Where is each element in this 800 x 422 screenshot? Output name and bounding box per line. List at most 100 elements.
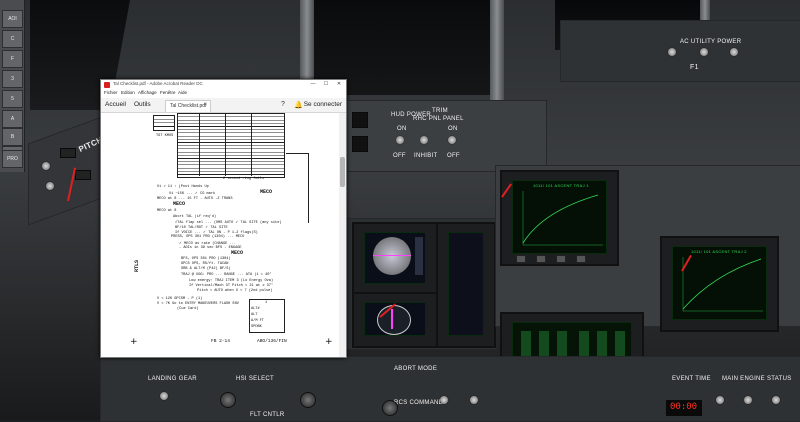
hsi-select-knob-2[interactable]	[300, 392, 316, 408]
mfd-left-edge-key-2[interactable]	[536, 255, 546, 263]
doc-line-low-3: SRB & ALT/M (P42) BF/S)	[181, 267, 231, 271]
adi-pitch-tape	[415, 237, 423, 275]
engine-status-switch-1[interactable]	[716, 396, 724, 404]
menu-fichier[interactable]: Fichier	[104, 90, 118, 95]
rhc-pnl-switch[interactable]	[420, 136, 428, 144]
doc-line-low-2: GPCS OPS, RS/ft. TACAN	[181, 262, 229, 266]
doc-line-low-7: Pitch < AUTO when X < 7 (2nd pulse)	[197, 289, 273, 293]
ac-utility-power-label: AC UTILITY POWER	[680, 39, 742, 45]
doc-table-cell-3: ALT	[251, 313, 258, 317]
sidebar-button-aoi[interactable]: AOI	[2, 10, 23, 28]
doc-flow-line-1	[286, 153, 308, 154]
doc-line-mid-9: PRESS, OPS 301 PRO (1304) ... MECO	[171, 235, 245, 239]
rcs-switch-2[interactable]	[470, 396, 478, 404]
adi-horizon	[373, 255, 411, 256]
doc-table-divider-2	[225, 113, 226, 176]
on-label-left: ON	[397, 126, 407, 132]
tab-outils[interactable]: Outils	[134, 101, 151, 108]
mfd-left-edge-key-4[interactable]	[576, 255, 586, 263]
menu-aide[interactable]: Aide	[178, 90, 187, 95]
doc-line-top-1: TGT KMOS	[156, 134, 174, 138]
doc-table-divider-3	[251, 113, 252, 176]
menu-edition[interactable]: Edition	[121, 90, 135, 95]
menu-fenetre[interactable]: Fenêtre	[160, 90, 176, 95]
doc-table-top	[177, 113, 285, 178]
vertical-scrollbar[interactable]	[339, 113, 346, 357]
document-view[interactable]: TGT KMOS 2 second ring fails Vi > 11 ↑ (…	[101, 113, 339, 357]
sign-in-link[interactable]: Se connecter	[304, 101, 342, 108]
off-label-right: OFF	[447, 153, 460, 159]
doc-line-low-10: (Cue Card)	[177, 307, 199, 311]
abort-mode-label: ABORT MODE	[394, 366, 438, 372]
help-icon[interactable]: ?	[281, 101, 285, 108]
doc-line-low-9: V < 7K Go to ENTRY MANEUVERS FLASH ENV	[157, 302, 239, 306]
mfd-right-display: 1011/ 101 ASCENT TRAJ 2	[660, 236, 779, 332]
acrobat-app-icon	[104, 82, 110, 88]
minimize-button[interactable]: —	[308, 81, 318, 87]
sidebar-button-a[interactable]: A	[2, 110, 23, 128]
sidebar-button-5[interactable]: 5	[2, 90, 23, 108]
doc-rtls-side-label: RTLS	[134, 259, 141, 273]
crop-mark-left: +	[130, 337, 138, 347]
landing-gear-switch[interactable]	[160, 392, 168, 400]
overhead-switch-1[interactable]	[668, 48, 676, 56]
crop-mark-right: +	[325, 337, 333, 347]
simulator-sidebar: AOI C F 3 5 A B PRO	[0, 0, 25, 172]
window-strut-right	[490, 0, 504, 110]
adi-display	[352, 222, 438, 296]
doc-footer-right: ABO/136/FIN	[257, 339, 287, 344]
window-title: Tal Checklist.pdf - Adobe Acrobat Reader…	[113, 81, 203, 86]
panel-trim-switch[interactable]	[448, 136, 456, 144]
maximize-button[interactable]: ☐	[321, 81, 331, 87]
event-time-label: EVENT TIME	[672, 376, 711, 382]
doc-meco-3: MECO	[231, 250, 244, 256]
close-tab-icon[interactable]: ×	[203, 102, 207, 108]
hud-power-switch[interactable]	[396, 136, 404, 144]
pitch-switch-2[interactable]	[46, 182, 54, 190]
close-button[interactable]: ✕	[334, 81, 344, 87]
rcs-command-label: RCS COMMAND	[394, 400, 444, 406]
sidebar-button-f[interactable]: F	[2, 50, 23, 68]
doc-footer-left: FB 2-14	[211, 339, 230, 344]
overhead-switch-2[interactable]	[700, 48, 708, 56]
mfd-right-trajectory	[682, 257, 763, 312]
pitch-indicator-1	[60, 148, 76, 158]
hsi-select-knob-1[interactable]	[220, 392, 236, 408]
mfd-left-edge-key-3[interactable]	[556, 255, 566, 263]
pitch-switch-1[interactable]	[42, 162, 50, 170]
doc-line-low-4: TRAJ @ UGG: PRO ... RANGE ... ATA (1 = 4…	[181, 273, 272, 277]
pitch-indicator-2	[75, 170, 91, 180]
bell-icon[interactable]: 🔔	[294, 101, 303, 109]
overhead-switch-3[interactable]	[730, 48, 738, 56]
mfd-left-edge-key-1[interactable]	[516, 255, 526, 263]
doc-table-divider-1	[199, 113, 200, 176]
tab-bar: Accueil Outils Tal Checklist.pdf × ? 🔔 S…	[101, 98, 346, 113]
rcs-switch-1[interactable]	[440, 396, 448, 404]
doc-side-box	[153, 115, 175, 131]
doc-table-cell-2: ALT#	[251, 307, 260, 311]
scrollbar-thumb[interactable]	[340, 157, 345, 187]
f1-label: F1	[690, 64, 699, 71]
sidebar-button-c[interactable]: C	[2, 30, 23, 48]
flt-cntlr-label: FLT CNTLR	[250, 412, 285, 418]
hsi-course-needle	[391, 309, 393, 329]
doc-line-mid-3: MECO at 8 ... 15 FT - AUTO -Z TRANS	[157, 197, 233, 201]
sidebar-button-3[interactable]: 3	[2, 70, 23, 88]
off-label-left: OFF	[393, 153, 406, 159]
tab-document[interactable]: Tal Checklist.pdf ×	[165, 100, 211, 112]
abort-mode-knob[interactable]	[382, 400, 398, 416]
menu-affichage[interactable]: Affichage	[138, 90, 157, 95]
doc-table-cell-4: A/M FT	[251, 319, 264, 323]
engine-status-switch-2[interactable]	[744, 396, 752, 404]
sidebar-button-pro[interactable]: PRO	[2, 150, 23, 168]
doc-line-low-6: If Vertical/Mach 3T Pitch < 21 at ≥ 37°	[189, 284, 274, 288]
tab-accueil[interactable]: Accueil	[105, 101, 126, 108]
mfd-left-trajectory	[522, 191, 603, 246]
menu-bar: Fichier Edition Affichage Fenêtre Aide	[101, 90, 346, 98]
doc-meco-2: MECO	[173, 201, 186, 207]
engine-status-switch-3[interactable]	[772, 396, 780, 404]
main-engine-status-label: MAIN ENGINE STATUS	[722, 376, 792, 382]
pdf-reader-window[interactable]: Tal Checklist.pdf - Adobe Acrobat Reader…	[100, 79, 347, 358]
tape-display	[436, 222, 496, 348]
sidebar-button-b[interactable]: B	[2, 128, 23, 146]
